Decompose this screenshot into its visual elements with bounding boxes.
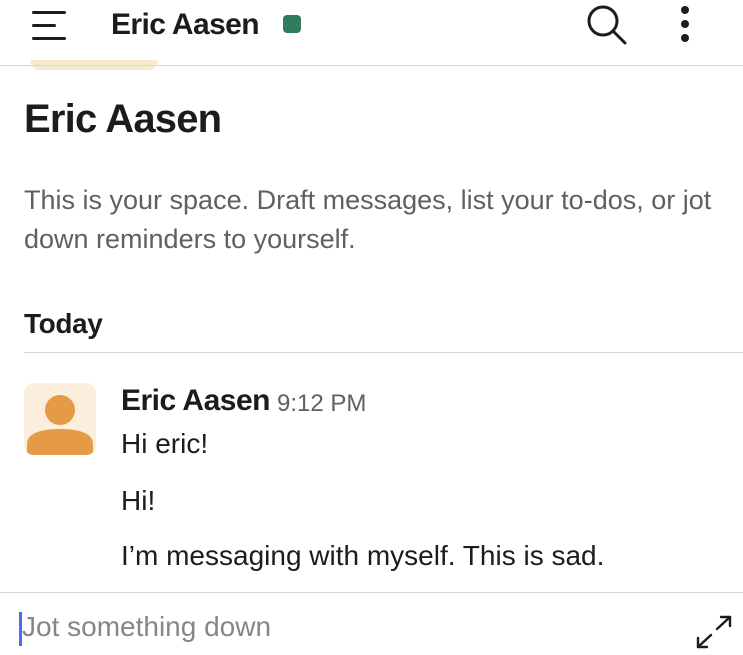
message-text[interactable]: I’m messaging with myself. This is sad. — [121, 538, 604, 574]
message-text[interactable]: Hi! — [121, 483, 155, 519]
message-composer — [0, 592, 743, 655]
dm-self-screen: Eric Aasen Eric Aasen This is your space… — [0, 0, 743, 655]
date-divider-label: Today — [24, 308, 103, 339]
conversation-title[interactable]: Eric Aasen — [111, 5, 260, 45]
expand-arrows-glyph — [696, 615, 732, 649]
message-timestamp[interactable]: 9:12 PM — [277, 388, 366, 420]
more-vertical-icon[interactable] — [672, 4, 698, 44]
message-author-name[interactable]: Eric Aasen — [121, 381, 270, 421]
menu-line — [32, 37, 66, 40]
search-icon[interactable] — [585, 3, 629, 45]
expand-icon[interactable] — [695, 615, 733, 649]
message-input[interactable] — [22, 607, 662, 647]
more-dot — [681, 34, 689, 42]
top-app-bar: Eric Aasen — [0, 0, 743, 66]
more-dot — [681, 20, 689, 28]
profile-name-heading: Eric Aasen — [24, 97, 222, 141]
search-icon-glyph — [587, 5, 627, 45]
self-dm-description: This is your space. Draft messages, list… — [24, 185, 712, 254]
hamburger-menu-icon[interactable] — [30, 9, 68, 41]
menu-line — [32, 24, 56, 27]
menu-line — [32, 11, 66, 14]
presence-status-icon — [283, 15, 301, 33]
more-dot — [681, 6, 689, 14]
default-user-avatar-icon[interactable] — [24, 383, 96, 455]
date-divider-line — [24, 352, 743, 353]
scrolled-content-edge — [30, 60, 158, 70]
message-text[interactable]: Hi eric! — [121, 426, 208, 462]
avatar-person-icon — [27, 395, 93, 455]
